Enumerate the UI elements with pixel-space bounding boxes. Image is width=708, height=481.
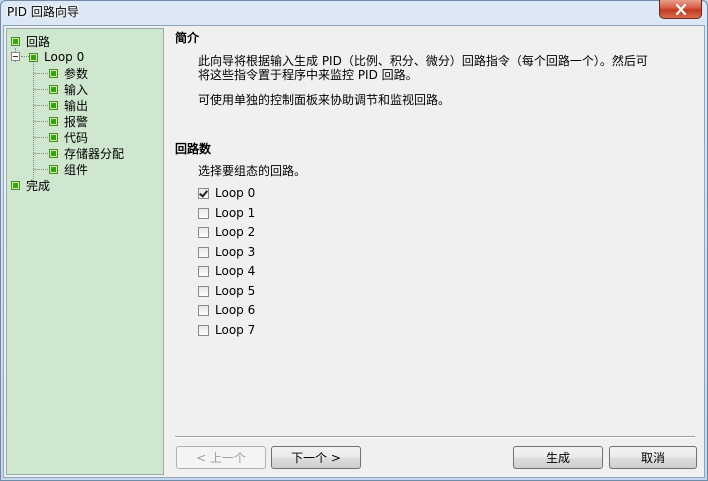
intro-title: 简介 xyxy=(175,31,200,45)
checkbox-label: Loop 1 xyxy=(215,206,256,220)
tree-item-label: 完成 xyxy=(26,178,51,193)
tree-item-label: 存储器分配 xyxy=(64,146,125,161)
checkbox[interactable] xyxy=(198,304,209,316)
tree-item-label: 代码 xyxy=(64,130,89,145)
loop-checkbox-row[interactable]: Loop 3 xyxy=(198,244,255,260)
loop-checkbox-row[interactable]: Loop 7 xyxy=(198,322,255,338)
tree-item-params[interactable]: 参数 xyxy=(49,65,88,81)
checkbox[interactable] xyxy=(198,207,209,219)
checkbox-label: Loop 2 xyxy=(215,225,256,239)
collapse-icon[interactable] xyxy=(11,52,20,61)
loop-checkbox-row[interactable]: Loop 5 xyxy=(198,283,255,299)
tree-item-label: Loop 0 xyxy=(44,50,85,64)
checkbox[interactable] xyxy=(198,285,209,297)
loop-checkbox-row[interactable]: Loop 4 xyxy=(198,263,255,279)
node-status-icon xyxy=(49,68,58,78)
node-status-icon xyxy=(49,116,58,126)
navigation-tree: 回路 Loop 0 参数 输入 输出 报警 代码 存储器分配 组件 完成 xyxy=(6,28,164,475)
tree-item-label: 组件 xyxy=(64,162,89,177)
checkbox[interactable] xyxy=(198,226,209,238)
node-status-icon xyxy=(11,180,20,190)
intro-line-2: 将这些指令置于程序中来监控 PID 回路。 xyxy=(198,68,418,82)
wizard-client: 回路 Loop 0 参数 输入 输出 报警 代码 存储器分配 组件 完成 简介 … xyxy=(3,25,705,478)
checkbox-label: Loop 3 xyxy=(215,245,256,259)
tree-item-finish[interactable]: 完成 xyxy=(11,177,50,193)
wizard-window: PID 回路向导 回路 Loop 0 参数 输入 输出 报警 代码 存储器分配 … xyxy=(0,0,708,481)
generate-button[interactable]: 生成 xyxy=(513,446,603,469)
node-status-icon xyxy=(49,148,58,158)
prev-button[interactable]: < 上一个 xyxy=(176,446,266,469)
node-status-icon xyxy=(49,164,58,174)
tree-item-label: 参数 xyxy=(64,66,89,81)
checkbox-label: Loop 5 xyxy=(215,284,256,298)
tree-item-output[interactable]: 输出 xyxy=(49,97,88,113)
loop-checkbox-row[interactable]: Loop 0 xyxy=(198,185,255,201)
node-status-icon xyxy=(49,84,58,94)
node-status-icon xyxy=(49,132,58,142)
checkbox[interactable] xyxy=(198,265,209,277)
checkbox[interactable] xyxy=(198,187,209,199)
tree-item-component[interactable]: 组件 xyxy=(49,161,88,177)
node-status-icon xyxy=(49,100,58,110)
loop-checkbox-row[interactable]: Loop 2 xyxy=(198,224,255,240)
next-button[interactable]: 下一个 > xyxy=(271,446,361,469)
node-status-icon xyxy=(29,52,38,62)
tree-item-input[interactable]: 输入 xyxy=(49,81,88,97)
tree-item-label: 输入 xyxy=(64,82,89,97)
tree-item-loop-0[interactable]: Loop 0 xyxy=(29,49,84,65)
checkbox-label: Loop 7 xyxy=(215,323,256,337)
tree-item-code[interactable]: 代码 xyxy=(49,129,88,145)
loop-checkbox-row[interactable]: Loop 6 xyxy=(198,302,255,318)
intro-line-3: 可使用单独的控制面板来协助调节和监视回路。 xyxy=(198,93,451,107)
tree-item-memory[interactable]: 存储器分配 xyxy=(49,145,124,161)
checkbox-label: Loop 6 xyxy=(215,303,256,317)
tree-item-label: 回路 xyxy=(26,34,51,49)
checkbox[interactable] xyxy=(198,324,209,336)
tree-item-alarm[interactable]: 报警 xyxy=(49,113,88,129)
tree-item-label: 报警 xyxy=(64,114,89,129)
loop-prompt: 选择要组态的回路。 xyxy=(198,164,307,178)
tree-item-label: 输出 xyxy=(64,98,89,113)
checkbox[interactable] xyxy=(198,246,209,258)
close-icon xyxy=(675,3,686,15)
close-button[interactable] xyxy=(659,0,702,19)
loop-checkbox-row[interactable]: Loop 1 xyxy=(198,205,255,221)
button-separator xyxy=(175,436,695,438)
window-title: PID 回路向导 xyxy=(7,5,79,19)
wizard-content: 简介 此向导将根据输入生成 PID（比例、积分、微分）回路指令（每个回路一个）。… xyxy=(175,26,697,479)
node-status-icon xyxy=(11,36,20,46)
cancel-button[interactable]: 取消 xyxy=(609,446,697,469)
loop-count-title: 回路数 xyxy=(175,142,212,156)
intro-line-1: 此向导将根据输入生成 PID（比例、积分、微分）回路指令（每个回路一个）。然后可 xyxy=(198,54,648,68)
checkbox-label: Loop 0 xyxy=(215,186,256,200)
tree-item-root[interactable]: 回路 xyxy=(11,33,50,49)
checkbox-label: Loop 4 xyxy=(215,264,256,278)
